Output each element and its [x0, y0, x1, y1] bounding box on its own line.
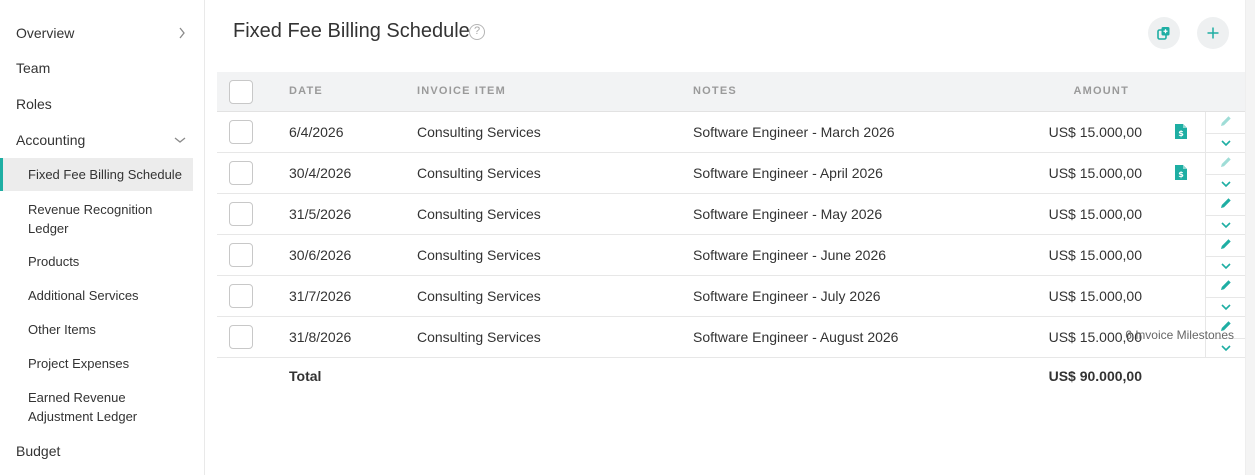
select-all-checkbox[interactable]: [229, 80, 253, 104]
row-notes: Software Engineer - May 2026: [693, 206, 883, 222]
nav-budget[interactable]: Budget: [16, 443, 60, 459]
expand-row-button[interactable]: [1206, 174, 1246, 193]
row-checkbox[interactable]: [229, 120, 253, 144]
total-label: Total: [289, 368, 322, 384]
row-notes: Software Engineer - August 2026: [693, 329, 899, 345]
chevron-down-icon: [174, 136, 186, 144]
row-actions: [1205, 112, 1246, 152]
row-actions: [1205, 276, 1246, 316]
row-checkbox[interactable]: [229, 325, 253, 349]
column-header-notes[interactable]: NOTES: [693, 85, 737, 97]
table-row: 31/8/2026 Consulting Services Software E…: [217, 317, 1246, 358]
table-row: 30/4/2026 Consulting Services Software E…: [217, 153, 1246, 194]
table-row: 30/6/2026 Consulting Services Software E…: [217, 235, 1246, 276]
nav-team[interactable]: Team: [16, 60, 50, 76]
invoice-document-icon[interactable]: $: [1175, 165, 1187, 180]
chevron-down-icon: [1221, 180, 1231, 187]
nav-accounting-label: Accounting: [16, 132, 86, 148]
row-amount: US$ 15.000,00: [1048, 165, 1142, 181]
sidebar-item-earned-revenue-adjustment-ledger[interactable]: Earned Revenue Adjustment Ledger: [28, 388, 188, 426]
nav-overview-label: Overview: [16, 25, 75, 41]
scrollbar[interactable]: [1245, 0, 1255, 475]
nav-overview[interactable]: Overview: [16, 25, 186, 41]
row-invoice-item: Consulting Services: [417, 124, 541, 140]
invoice-document-icon[interactable]: $: [1175, 124, 1187, 139]
row-checkbox[interactable]: [229, 161, 253, 185]
row-amount: US$ 15.000,00: [1048, 288, 1142, 304]
pencil-icon[interactable]: [1220, 156, 1232, 168]
row-amount: US$ 15.000,00: [1048, 206, 1142, 222]
expand-row-button[interactable]: [1206, 215, 1246, 234]
main-content: Fixed Fee Billing Schedule ? DATE INVOIC…: [205, 0, 1246, 475]
sidebar-item-revenue-recognition-ledger[interactable]: Revenue Recognition Ledger: [28, 200, 188, 238]
expand-row-button[interactable]: [1206, 256, 1246, 275]
billing-table: DATE INVOICE ITEM NOTES AMOUNT 6/4/2026 …: [217, 72, 1246, 394]
row-notes: Software Engineer - June 2026: [693, 247, 887, 263]
table-row: 31/5/2026 Consulting Services Software E…: [217, 194, 1246, 235]
expand-row-button[interactable]: [1206, 133, 1246, 152]
total-amount: US$ 90.000,00: [1048, 368, 1142, 384]
sidebar-item-products[interactable]: Products: [28, 252, 188, 271]
nav-roles[interactable]: Roles: [16, 96, 52, 112]
row-actions: [1205, 194, 1246, 234]
chevron-down-icon: [1221, 262, 1231, 269]
chevron-down-icon: [1221, 303, 1231, 310]
expand-row-button[interactable]: [1206, 297, 1246, 316]
pencil-icon[interactable]: [1220, 197, 1232, 209]
row-invoice-item: Consulting Services: [417, 247, 541, 263]
row-checkbox[interactable]: [229, 243, 253, 267]
column-header-date[interactable]: DATE: [289, 85, 323, 97]
row-actions: [1205, 235, 1246, 275]
row-amount: US$ 15.000,00: [1048, 247, 1142, 263]
row-notes: Software Engineer - April 2026: [693, 165, 883, 181]
pencil-icon[interactable]: [1220, 238, 1232, 250]
row-invoice-item: Consulting Services: [417, 288, 541, 304]
row-amount: US$ 15.000,00: [1048, 124, 1142, 140]
sidebar-item-additional-services[interactable]: Additional Services: [28, 286, 188, 305]
copy-icon: [1157, 27, 1170, 40]
row-date: 31/7/2026: [289, 288, 352, 304]
plus-icon: [1207, 27, 1219, 39]
row-date: 31/5/2026: [289, 206, 352, 222]
row-notes: Software Engineer - March 2026: [693, 124, 895, 140]
row-invoice-item: Consulting Services: [417, 329, 541, 345]
row-actions: [1205, 153, 1246, 193]
pencil-icon[interactable]: [1220, 279, 1232, 291]
row-date: 30/4/2026: [289, 165, 352, 181]
table-row: 31/7/2026 Consulting Services Software E…: [217, 276, 1246, 317]
table-header: DATE INVOICE ITEM NOTES AMOUNT: [217, 72, 1245, 112]
row-date: 30/6/2026: [289, 247, 352, 263]
row-checkbox[interactable]: [229, 284, 253, 308]
row-date: 6/4/2026: [289, 124, 344, 140]
sidebar: Overview Team Roles Accounting Fixed Fee…: [0, 0, 205, 475]
chevron-down-icon: [1221, 344, 1231, 351]
column-header-amount[interactable]: AMOUNT: [1074, 85, 1129, 97]
row-invoice-item: Consulting Services: [417, 165, 541, 181]
row-invoice-item: Consulting Services: [417, 206, 541, 222]
sidebar-item-project-expenses[interactable]: Project Expenses: [28, 354, 188, 373]
row-date: 31/8/2026: [289, 329, 352, 345]
add-button[interactable]: [1197, 17, 1229, 49]
total-row: Total US$ 90.000,00: [217, 358, 1245, 394]
sidebar-item-fixed-fee-billing-schedule[interactable]: Fixed Fee Billing Schedule: [0, 158, 193, 191]
row-notes: Software Engineer - July 2026: [693, 288, 881, 304]
invoice-milestones-count: 6 Invoice Milestones: [1125, 328, 1234, 342]
nav-accounting[interactable]: Accounting: [16, 132, 186, 148]
svg-text:$: $: [1178, 170, 1184, 179]
column-header-invoice-item[interactable]: INVOICE ITEM: [417, 85, 506, 97]
page-title: Fixed Fee Billing Schedule: [233, 20, 470, 42]
pencil-icon[interactable]: [1220, 115, 1232, 127]
chevron-down-icon: [1221, 139, 1231, 146]
row-checkbox[interactable]: [229, 202, 253, 226]
chevron-right-icon: [178, 27, 186, 39]
chevron-down-icon: [1221, 221, 1231, 228]
table-row: 6/4/2026 Consulting Services Software En…: [217, 112, 1246, 153]
copy-button[interactable]: [1148, 17, 1180, 49]
svg-text:$: $: [1178, 129, 1184, 138]
sidebar-item-other-items[interactable]: Other Items: [28, 320, 188, 339]
help-icon[interactable]: ?: [469, 24, 485, 40]
